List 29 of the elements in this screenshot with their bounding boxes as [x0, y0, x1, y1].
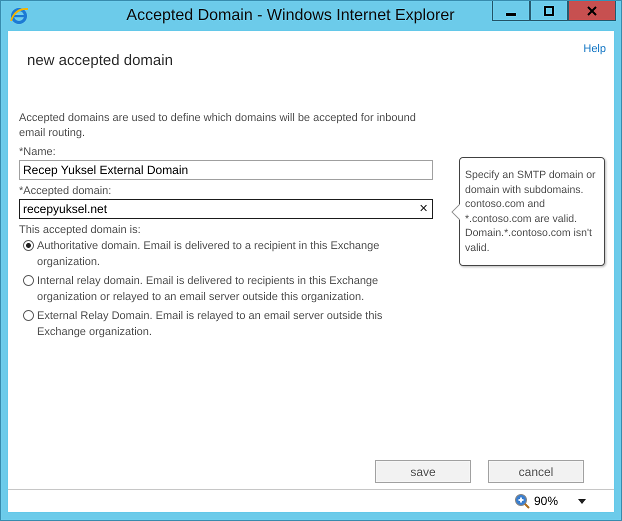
- clear-button[interactable]: ✕: [419, 203, 428, 215]
- radio-button[interactable]: [23, 310, 34, 321]
- tooltip: Specify an SMTP domain or domain with subdomains. contoso.com and *.contoso.com are valid. Domain.*.contoso.com isn't valid.: [451, 157, 605, 266]
- field-label: *Name:: [19, 146, 56, 158]
- help-link[interactable]: Help: [583, 43, 606, 55]
- maximize-icon: [544, 6, 554, 16]
- zoom-icon[interactable]: [514, 493, 530, 509]
- radio-label: External Relay Domain. Email is relayed to an email server outside this Exchange organization.: [37, 309, 384, 340]
- radio-button[interactable]: [23, 240, 34, 251]
- radio-label: Internal relay domain. Email is delivered to recipients in this Exchange organization or relayed to an email server outside this organization.: [37, 274, 380, 305]
- maximize-button[interactable]: [530, 1, 568, 21]
- minimize-icon: [506, 12, 516, 16]
- minimize-button[interactable]: [492, 1, 530, 21]
- field-label: *Accepted domain:: [19, 185, 112, 197]
- window-title: Accepted Domain - Windows Internet Explorer: [125, 7, 456, 25]
- radio-label: Authoritative domain. Email is delivered to a recipient in this Exchange organization.: [37, 239, 380, 270]
- radio-button[interactable]: [23, 275, 34, 286]
- description-text: Accepted domains are used to define which domains will be accepted for inbound email routing.: [19, 111, 417, 141]
- close-icon: [587, 6, 597, 16]
- dialog-heading: new accepted domain: [27, 52, 174, 69]
- caret-icon[interactable]: [578, 498, 586, 504]
- browser-logo-icon: [9, 6, 29, 26]
- save-button[interactable]: save: [375, 460, 471, 483]
- text-field[interactable]: Recep Yuksel External Domain: [19, 160, 433, 180]
- cancel-button[interactable]: cancel: [488, 460, 584, 483]
- close-button[interactable]: [568, 1, 616, 21]
- tooltip-pointer: [451, 204, 460, 220]
- radio-group-label: This accepted domain is:: [19, 224, 141, 236]
- zoom-level[interactable]: 90%: [534, 494, 558, 508]
